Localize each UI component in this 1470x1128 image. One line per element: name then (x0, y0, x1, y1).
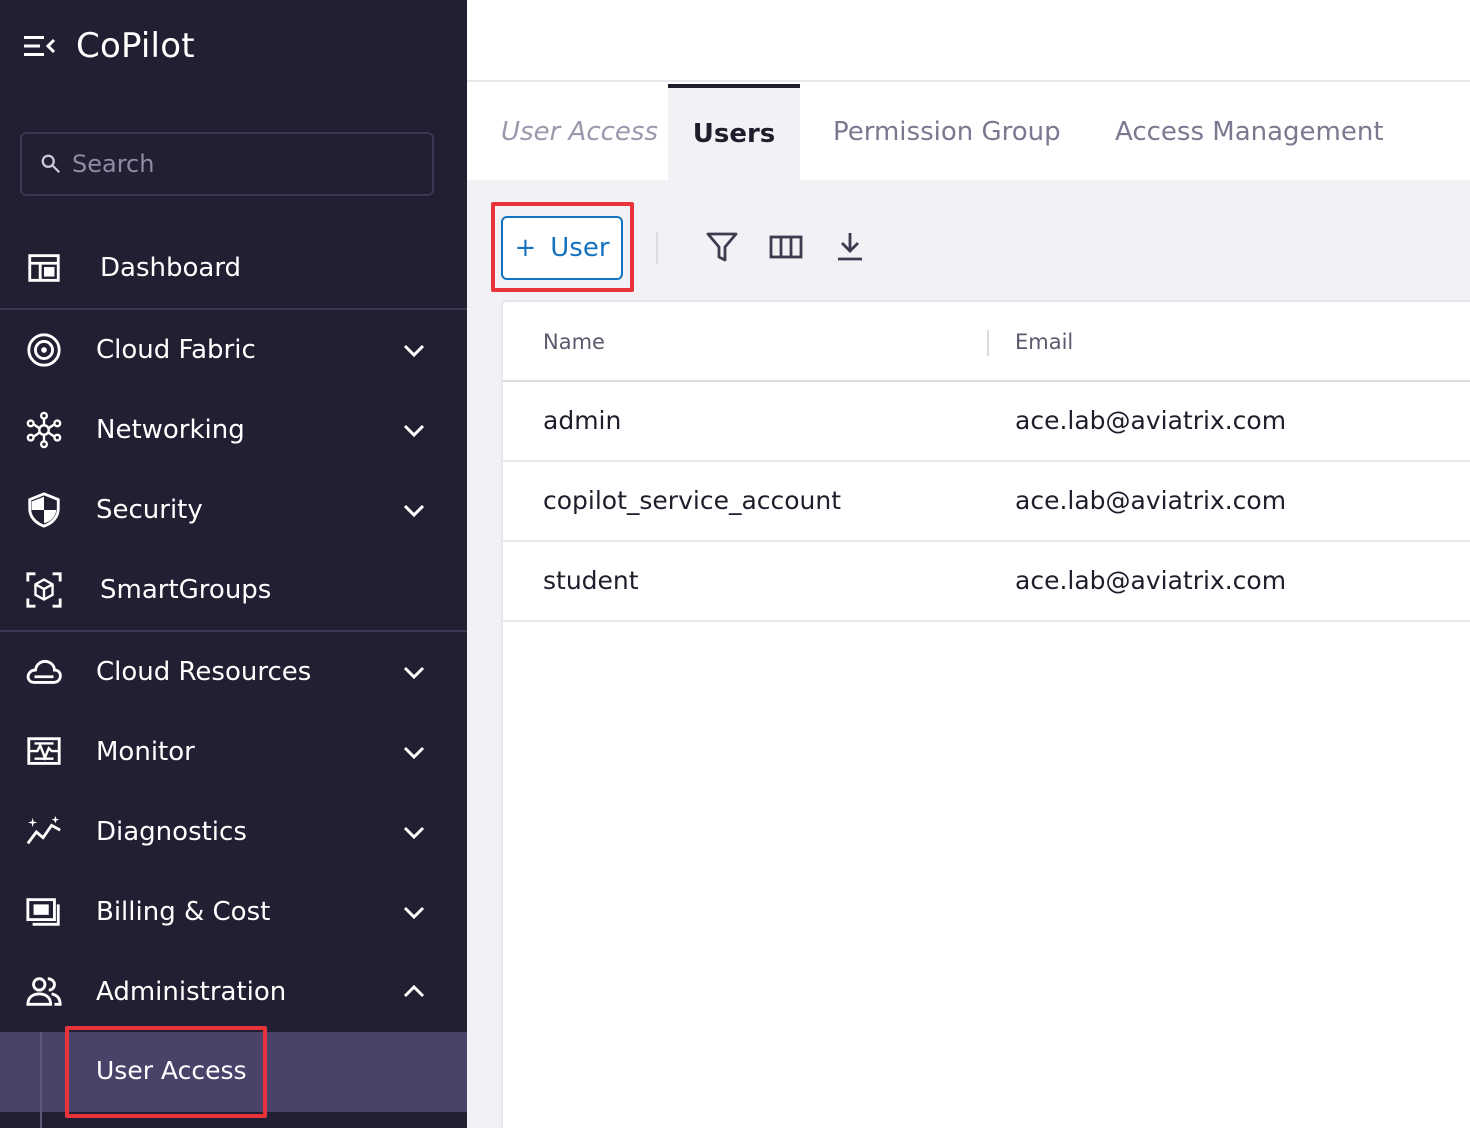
tab-permission-group[interactable]: Permission Group (833, 84, 1061, 180)
cloud-fabric-icon (24, 330, 64, 370)
sidebar-item-label: Administration (96, 977, 287, 1007)
sidebar-item-networking[interactable]: Networking (0, 390, 467, 470)
toolbar-divider (656, 232, 658, 264)
tree-guide-line (40, 1032, 42, 1128)
sidebar-item-label: Dashboard (100, 253, 242, 283)
cell-email: ace.lab@aviatrix.com (1015, 486, 1287, 515)
sidebar-item-label: Cloud Resources (96, 657, 312, 687)
sidebar-item-billing-cost[interactable]: Billing & Cost (0, 872, 467, 952)
chevron-down-icon[interactable] (400, 738, 428, 766)
search-box[interactable] (20, 132, 434, 196)
table-row[interactable]: admin ace.lab@aviatrix.com (503, 382, 1470, 462)
sidebar-item-label: Networking (96, 415, 245, 445)
download-icon[interactable] (833, 230, 867, 264)
tab-users[interactable]: Users (668, 84, 800, 180)
sidebar-item-label: Monitor (96, 737, 195, 767)
cell-name: copilot_service_account (543, 486, 842, 515)
table-row[interactable]: student ace.lab@aviatrix.com (503, 542, 1470, 622)
chevron-down-icon[interactable] (400, 496, 428, 524)
breadcrumb[interactable]: User Access (501, 84, 658, 180)
sidebar-item-smartgroups[interactable]: SmartGroups (0, 550, 467, 630)
collapse-menu-icon[interactable] (24, 34, 56, 58)
column-divider[interactable] (987, 330, 989, 356)
sidebar-item-label: Billing & Cost (96, 897, 271, 927)
chevron-down-icon[interactable] (400, 818, 428, 846)
shield-icon (24, 490, 64, 530)
chevron-down-icon[interactable] (400, 898, 428, 926)
app-title: CoPilot (76, 26, 195, 66)
highlight-box (491, 202, 634, 292)
filter-icon[interactable] (705, 230, 739, 264)
column-header-email[interactable]: Email (1015, 330, 1073, 354)
sidebar-item-security[interactable]: Security (0, 470, 467, 550)
smartgroups-icon (24, 570, 64, 610)
sidebar-item-diagnostics[interactable]: Diagnostics (0, 792, 467, 872)
sidebar-item-cloud-fabric[interactable]: Cloud Fabric (0, 310, 467, 390)
cell-email: ace.lab@aviatrix.com (1015, 406, 1287, 435)
sidebar-item-label: Security (96, 495, 203, 525)
tab-bar: User Access Users Permission Group Acces… (467, 84, 1470, 180)
sidebar-item-label: Diagnostics (96, 817, 247, 847)
sidebar-item-label: Cloud Fabric (96, 335, 256, 365)
cell-name: admin (543, 406, 622, 435)
sidebar-item-dashboard[interactable]: Dashboard (0, 228, 467, 308)
main-content: User Access Users Permission Group Acces… (467, 0, 1470, 1128)
chevron-down-icon[interactable] (400, 658, 428, 686)
top-bar (467, 0, 1470, 82)
chevron-up-icon[interactable] (400, 978, 428, 1006)
cloud-icon (24, 652, 64, 692)
sidebar-item-cloud-resources[interactable]: Cloud Resources (0, 632, 467, 712)
table-header: Name Email (503, 302, 1470, 382)
tab-access-management[interactable]: Access Management (1115, 84, 1384, 180)
sidebar-item-administration[interactable]: Administration (0, 952, 467, 1032)
chevron-down-icon[interactable] (400, 416, 428, 444)
sidebar-item-label: SmartGroups (100, 575, 272, 605)
table-row[interactable]: copilot_service_account ace.lab@aviatrix… (503, 462, 1470, 542)
cell-name: student (543, 566, 639, 595)
columns-icon[interactable] (769, 230, 803, 264)
billing-icon (24, 892, 64, 932)
search-input[interactable] (72, 150, 412, 178)
monitor-icon (24, 732, 64, 772)
users-icon (24, 972, 64, 1012)
column-header-name[interactable]: Name (543, 330, 605, 354)
diagnostics-icon (24, 812, 64, 852)
cell-email: ace.lab@aviatrix.com (1015, 566, 1287, 595)
brand: CoPilot (24, 26, 195, 66)
dashboard-icon (24, 248, 64, 288)
search-icon (41, 154, 61, 174)
networking-icon (24, 410, 64, 450)
chevron-down-icon[interactable] (400, 336, 428, 364)
sidebar: CoPilot Dashboard Cloud Fabric Networkin… (0, 0, 467, 1128)
sidebar-item-monitor[interactable]: Monitor (0, 712, 467, 792)
users-table: Name Email admin ace.lab@aviatrix.com co… (501, 300, 1470, 1128)
highlight-box (65, 1026, 267, 1118)
